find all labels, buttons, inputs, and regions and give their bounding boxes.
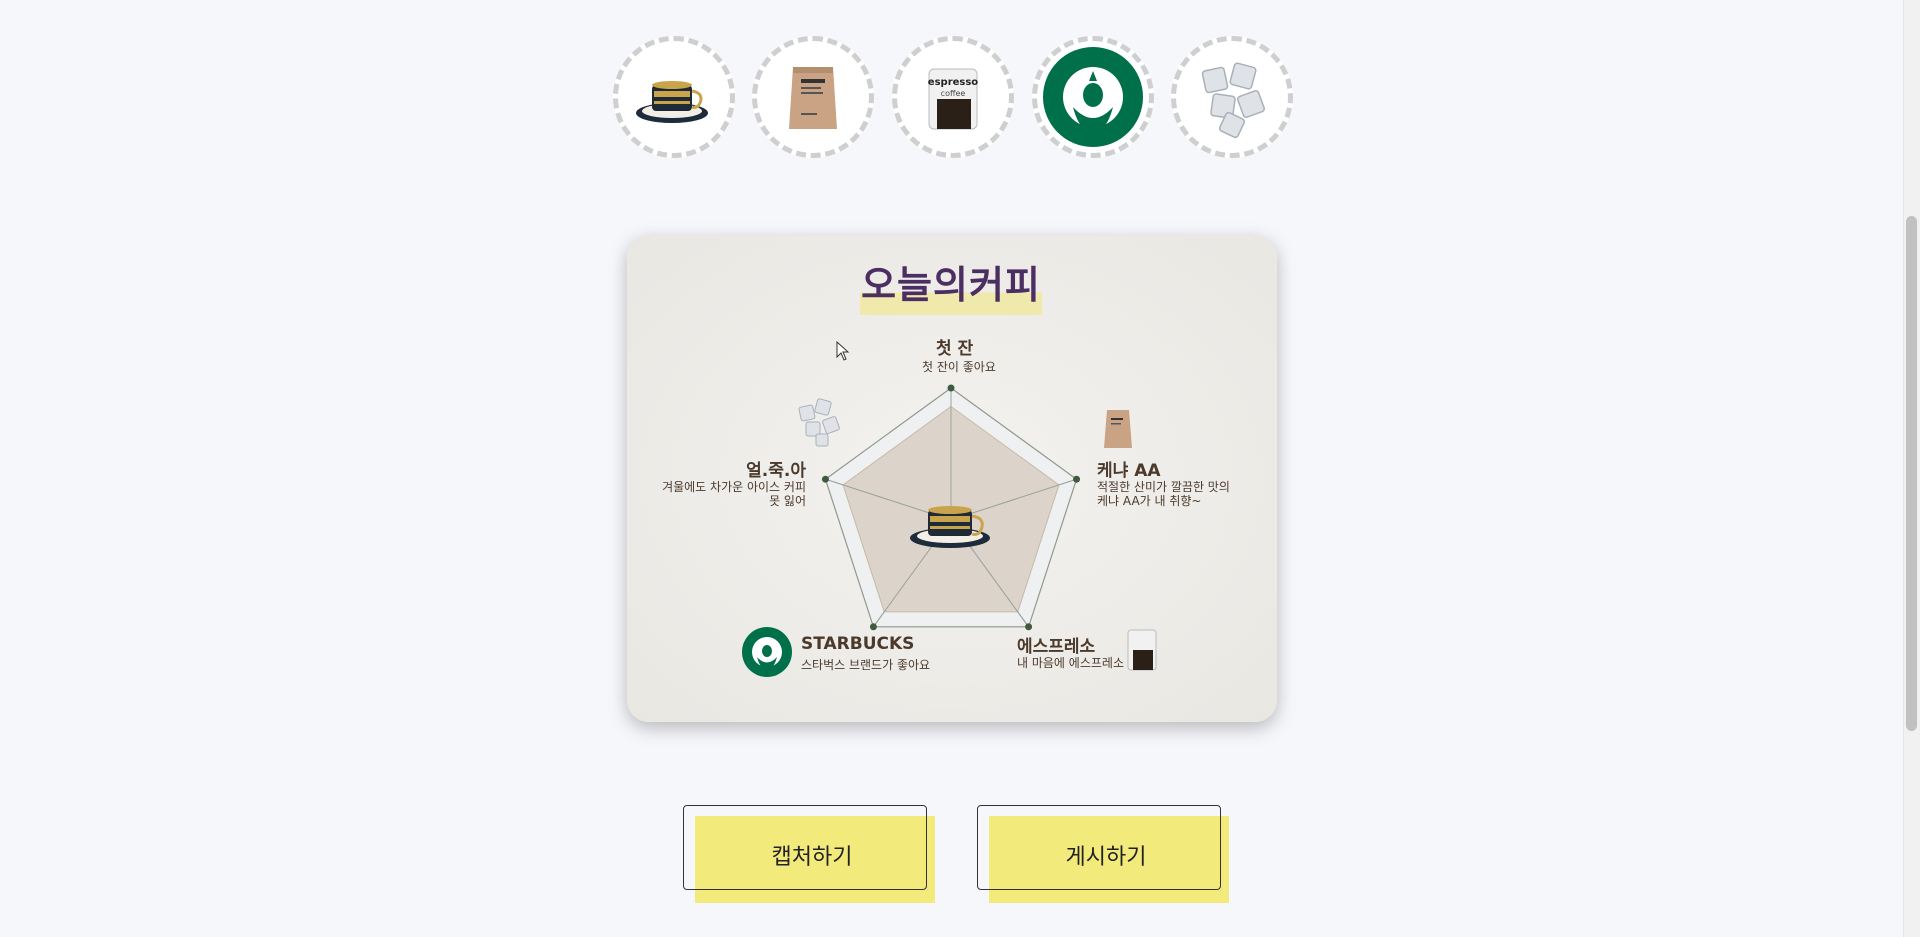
axis-desc-iced-line2: 못 잃어	[769, 494, 806, 508]
axis-desc-first-cup: 첫 잔이 좋아요	[922, 360, 996, 374]
starbucks-small-icon	[742, 627, 792, 677]
espresso-small-icon	[1127, 629, 1157, 671]
axis-desc-kenya-line1: 적절한 산미가 깔끔한 맛의	[1097, 480, 1230, 494]
axis-desc-starbucks: 스타벅스 브랜드가 좋아요	[801, 658, 931, 672]
scrollbar-thumb[interactable]	[1906, 216, 1917, 731]
axis-label-first-cup: 첫 잔	[936, 339, 974, 359]
mouse-cursor-icon	[836, 341, 850, 361]
axis-label-kenya: 케냐 AA	[1097, 461, 1161, 481]
radar-point	[821, 475, 829, 483]
capture-button[interactable]: 캡처하기	[683, 805, 927, 890]
axis-desc-espresso: 내 마음에 에스프레소	[1017, 656, 1124, 670]
radar-point	[1073, 475, 1081, 483]
radar-chart	[742, 384, 1157, 677]
radar-point	[1025, 623, 1033, 631]
radar-point	[869, 623, 877, 631]
axis-label-espresso: 에스프레소	[1017, 637, 1096, 657]
post-button-wrap: 게시하기	[977, 805, 1229, 903]
axis-label-iced: 얼.죽.아	[746, 461, 806, 481]
post-button[interactable]: 게시하기	[977, 805, 1221, 890]
axis-desc-kenya-line2: 케냐 AA가 내 취향~	[1097, 494, 1202, 508]
radar-point	[947, 384, 955, 392]
ice-small-icon	[798, 398, 840, 447]
axis-desc-iced-line1: 겨울에도 차가운 아이스 커피	[662, 480, 806, 494]
axis-label-starbucks: STARBUCKS	[801, 634, 915, 654]
kenya-bag-icon	[1104, 410, 1132, 448]
capture-button-wrap: 캡처하기	[683, 805, 935, 903]
scrollbar-track[interactable]	[1903, 0, 1920, 937]
